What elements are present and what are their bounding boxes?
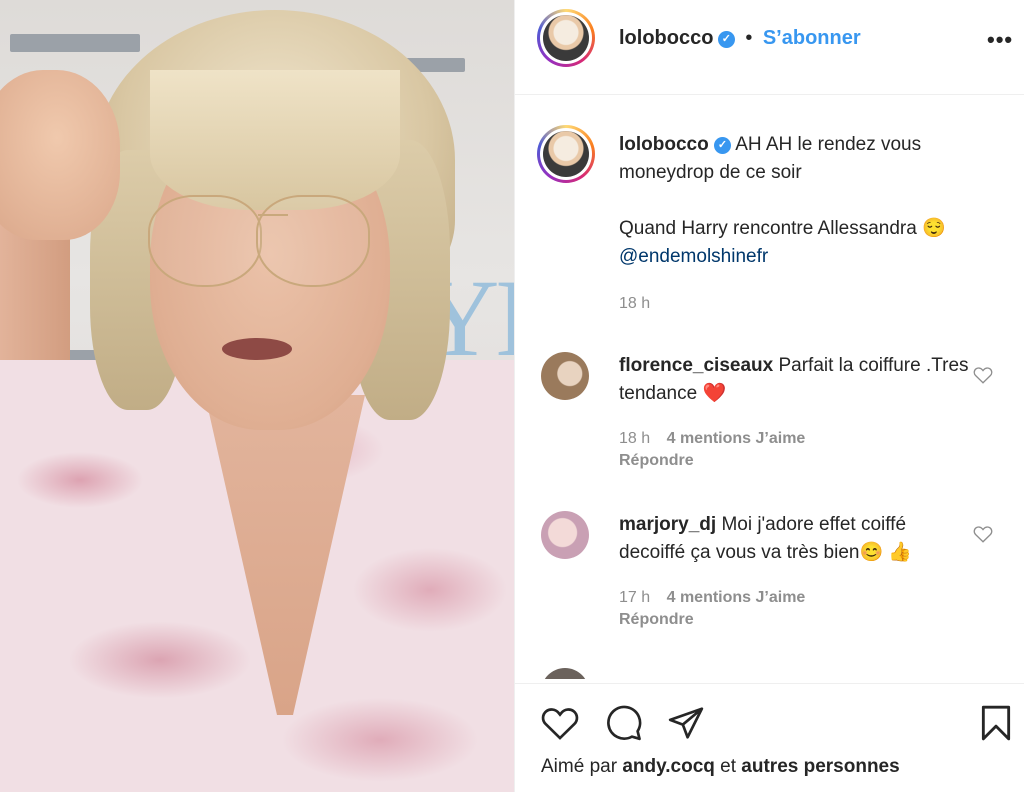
liked-by: Aimé par andy.cocq et autres personnes bbox=[541, 756, 900, 778]
caption-mention[interactable]: @endemolshinefr bbox=[619, 246, 768, 267]
post-actions: Aimé par andy.cocq et autres personnes bbox=[515, 683, 1024, 793]
comment-meta: 17 h 4 mentions J’aime Répondre bbox=[619, 587, 805, 631]
verified-icon: ✓ bbox=[714, 137, 732, 154]
caption-username[interactable]: lolobocco bbox=[619, 134, 709, 155]
comment-icon[interactable] bbox=[605, 704, 643, 742]
comment-likes[interactable]: 4 mentions J’aime bbox=[667, 589, 806, 606]
liked-by-and: et bbox=[720, 756, 737, 777]
commenter-avatar[interactable] bbox=[541, 352, 589, 400]
post-header: lolobocco ✓ • S’abonner ••• bbox=[515, 0, 1024, 95]
glasses bbox=[258, 214, 288, 216]
liked-by-user[interactable]: andy.cocq bbox=[622, 756, 715, 777]
author-avatar[interactable] bbox=[537, 9, 595, 67]
commenter-avatar[interactable] bbox=[541, 668, 589, 679]
comment-time[interactable]: 17 h bbox=[619, 589, 650, 606]
header-row: lolobocco ✓ • S’abonner bbox=[619, 27, 861, 50]
post-sidebar: lolobocco ✓ • S’abonner ••• lolobocco ✓ … bbox=[514, 0, 1024, 792]
heart-icon[interactable] bbox=[973, 366, 993, 384]
share-icon[interactable] bbox=[667, 704, 705, 742]
follow-button[interactable]: S’abonner bbox=[763, 27, 861, 49]
comment-meta: 18 h 4 mentions J’aime Répondre bbox=[619, 428, 805, 472]
caption-time[interactable]: 18 h bbox=[619, 295, 650, 312]
comment-time[interactable]: 18 h bbox=[619, 430, 650, 447]
caption: lolobocco ✓ AH AH le rendez vous moneydr… bbox=[619, 131, 999, 318]
liked-by-prefix: Aimé par bbox=[541, 756, 618, 777]
glasses bbox=[256, 195, 370, 287]
hair-fringe bbox=[150, 70, 400, 210]
comment: marjory_dj Moi j'adore effet coiffé deco… bbox=[619, 511, 969, 567]
comment: florence_ciseaux Parfait la coiffure .Tr… bbox=[619, 352, 969, 408]
heart-icon[interactable] bbox=[973, 525, 993, 543]
liked-by-others[interactable]: autres personnes bbox=[741, 756, 899, 777]
caption-avatar[interactable] bbox=[537, 125, 595, 183]
verified-icon: ✓ bbox=[717, 31, 735, 48]
caption-text: Quand Harry rencontre Allessandra 😌 bbox=[619, 218, 946, 239]
separator: • bbox=[745, 27, 753, 49]
comment-likes[interactable]: 4 mentions J’aime bbox=[667, 430, 806, 447]
comments-section[interactable]: lolobocco ✓ AH AH le rendez vous moneydr… bbox=[515, 95, 1024, 679]
post-photo[interactable]: YE bbox=[0, 0, 514, 792]
reply-button[interactable]: Répondre bbox=[619, 450, 805, 472]
commenter-avatar[interactable] bbox=[541, 511, 589, 559]
mouth bbox=[222, 338, 292, 360]
comment-username[interactable]: marjory_dj bbox=[619, 514, 716, 535]
comment-username[interactable]: florence_ciseaux bbox=[619, 355, 773, 376]
raised-fist bbox=[0, 70, 120, 240]
reply-button[interactable]: Répondre bbox=[619, 609, 805, 631]
shelf bbox=[10, 34, 140, 52]
bookmark-icon[interactable] bbox=[977, 704, 1015, 742]
author-username[interactable]: lolobocco bbox=[619, 27, 713, 49]
glasses bbox=[148, 195, 262, 287]
more-options-icon[interactable]: ••• bbox=[987, 27, 1013, 53]
heart-icon[interactable] bbox=[541, 704, 579, 742]
